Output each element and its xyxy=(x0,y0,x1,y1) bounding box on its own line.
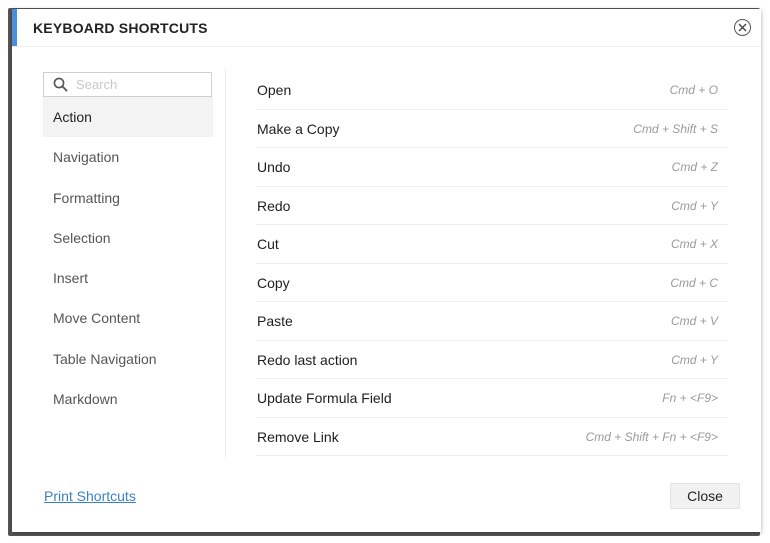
category-selection[interactable]: Selection xyxy=(43,218,213,258)
dialog-title: KEYBOARD SHORTCUTS xyxy=(33,20,208,36)
shortcut-row: Copy Cmd + C xyxy=(256,264,728,302)
keyboard-shortcuts-dialog: KEYBOARD SHORTCUTS ActionNavigationForma… xyxy=(12,9,761,532)
shortcut-action: Undo xyxy=(257,159,291,175)
shortcut-row: Paste Cmd + V xyxy=(256,302,728,341)
category-markdown[interactable]: Markdown xyxy=(43,379,213,419)
close-button[interactable]: Close xyxy=(670,483,740,509)
shortcut-keys: Cmd + Z xyxy=(671,160,718,174)
category-formatting[interactable]: Formatting xyxy=(43,178,213,218)
category-list: Action Navigation Formatting Selection Inser… xyxy=(43,97,213,419)
shortcut-action: Redo xyxy=(257,197,291,214)
shortcut-action: Open xyxy=(257,82,292,98)
shortcut-keys: Cmd + Y xyxy=(671,198,718,213)
shortcut-row: Update Formula Field Fn + <F9> xyxy=(256,379,728,418)
shortcut-keys: Fn + <F9> xyxy=(662,391,718,405)
close-icon[interactable] xyxy=(734,19,751,36)
shortcut-row: Remove Link Cmd + Shift + Fn + <F9> xyxy=(256,418,728,456)
search-box[interactable] xyxy=(43,72,212,97)
shortcut-row: Undo Cmd + Z xyxy=(256,148,728,187)
shortcut-action: Redo last action xyxy=(257,351,358,368)
shortcut-row: Cut Cmd + X xyxy=(256,225,728,264)
shortcut-action: Paste xyxy=(257,313,293,329)
shortcut-row: Redo last action Cmd + Y xyxy=(256,341,728,379)
category-move-content[interactable]: Move Content xyxy=(43,298,213,338)
shortcut-action: Cut xyxy=(257,236,279,252)
shortcut-action: Update Formula Field xyxy=(257,390,392,406)
header-accent-bar xyxy=(12,9,17,46)
category-table-navigation[interactable]: Table Navigation xyxy=(43,339,213,379)
category-navigation[interactable]: Navigation xyxy=(43,137,213,177)
shortcut-action: Make a Copy xyxy=(257,120,340,137)
shortcut-row: Make a Copy Cmd + Shift + S xyxy=(256,110,728,148)
shortcut-action: Copy xyxy=(257,274,290,291)
shortcut-keys: Cmd + Shift + Fn + <F9> xyxy=(585,429,718,444)
shortcut-keys: Cmd + C xyxy=(670,275,718,290)
shortcut-keys: Cmd + Y xyxy=(671,352,718,367)
category-insert[interactable]: Insert xyxy=(43,258,213,298)
shortcut-row: Open Cmd + O xyxy=(256,71,728,110)
shortcut-action: Remove Link xyxy=(257,428,339,445)
dialog-header: KEYBOARD SHORTCUTS xyxy=(12,9,761,47)
shortcut-keys: Cmd + X xyxy=(670,237,718,251)
shortcut-list: Open Cmd + O Make a Copy Cmd + Shift + S Und… xyxy=(256,71,728,456)
search-input[interactable] xyxy=(76,75,204,93)
shortcut-keys: Cmd + O xyxy=(669,83,718,97)
pane-divider xyxy=(225,69,226,457)
shortcut-keys: Cmd + V xyxy=(670,314,718,328)
search-icon xyxy=(53,77,68,92)
print-shortcuts-link[interactable]: Print Shortcuts xyxy=(44,488,136,504)
category-action[interactable]: Action xyxy=(43,97,213,138)
shortcut-row: Redo Cmd + Y xyxy=(256,187,728,225)
shortcut-keys: Cmd + Shift + S xyxy=(633,121,718,136)
